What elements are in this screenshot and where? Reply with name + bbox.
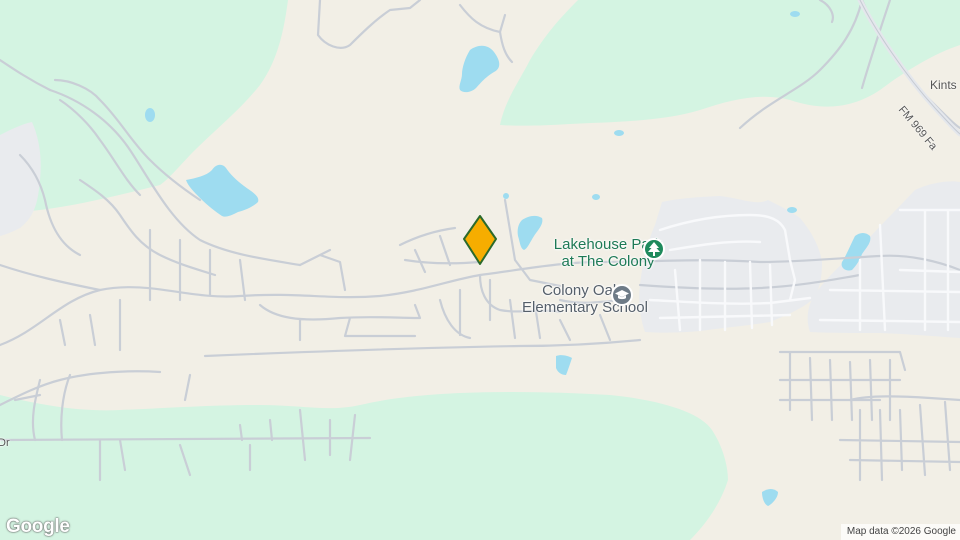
park-area-south [0, 391, 728, 540]
water-pond-small-c [592, 194, 600, 200]
park-name-line2: at The Colony [561, 253, 655, 270]
road-label-dr: Dr [0, 437, 10, 449]
map-canvas[interactable]: Lakehouse Park at The Colony Colony Oaks… [0, 0, 960, 540]
school-name-line1: Colony Oaks [542, 282, 628, 299]
graduation-cap-icon[interactable] [611, 284, 633, 306]
road-label-kints: Kints [930, 78, 957, 92]
tree-icon[interactable] [643, 238, 665, 260]
park-label[interactable]: Lakehouse Park at The Colony [520, 236, 696, 270]
water-pond-small-e [787, 207, 797, 213]
school-label[interactable]: Colony Oaks Elementary School [505, 282, 665, 316]
park-name-line1: Lakehouse Park [553, 236, 663, 253]
water-pond-small-a [145, 108, 155, 122]
map-base-layer [0, 0, 960, 540]
map-attribution[interactable]: Map data ©2026 Google [840, 524, 960, 540]
water-pond-small-b [614, 130, 624, 136]
water-pond-small-d [503, 193, 509, 199]
location-pin-icon[interactable] [462, 214, 498, 266]
tree-glyph [648, 242, 660, 256]
school-name-line2: Elementary School [522, 299, 648, 316]
graduation-cap-glyph [615, 289, 629, 299]
water-pond-small-f [790, 11, 800, 17]
location-pin-glyph [463, 215, 497, 265]
google-logo[interactable]: Google [6, 516, 70, 538]
